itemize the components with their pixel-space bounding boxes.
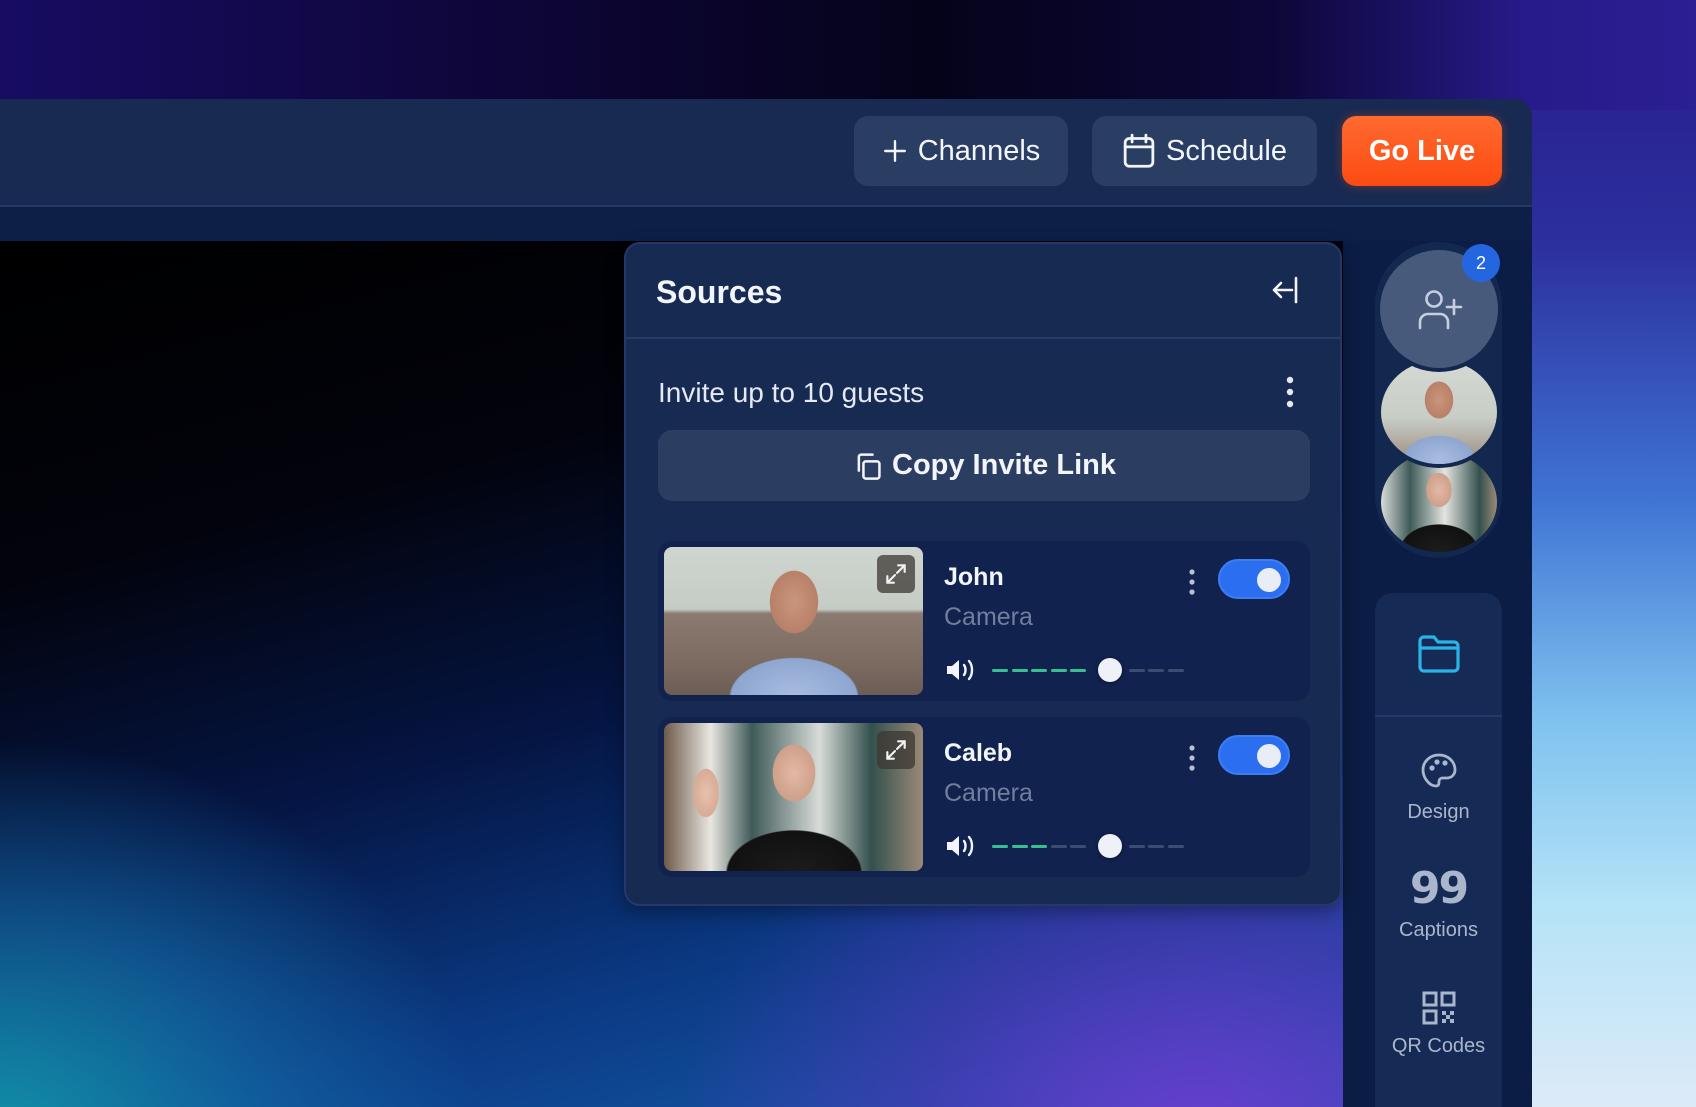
- quote-icon: 99: [1409, 863, 1469, 914]
- sources-panel: Sources Invite up to 10 guests Copy Invi…: [624, 242, 1342, 906]
- meter-segment: [1011, 845, 1028, 848]
- meter-segment: [1128, 669, 1145, 672]
- desktop-background: [0, 0, 1696, 110]
- meter-segment: [1148, 845, 1164, 848]
- source-card-john: John Camera: [658, 541, 1310, 701]
- tool-label: Design: [1407, 801, 1470, 823]
- guest-avatar-john[interactable]: [1381, 360, 1497, 464]
- palette-icon: [1421, 753, 1456, 788]
- volume-slider[interactable]: [992, 834, 1188, 858]
- toolbar-strip: [0, 209, 1532, 241]
- source-card-caleb: Caleb Camera: [658, 717, 1310, 877]
- tool-captions[interactable]: 99 Captions: [1375, 863, 1502, 942]
- tool-media[interactable]: [1375, 593, 1502, 717]
- meter-segment: [1128, 845, 1145, 848]
- camera-thumbnail: [664, 723, 923, 871]
- expand-icon: [886, 564, 906, 584]
- calendar-icon: [1123, 133, 1155, 168]
- volume-slider[interactable]: [992, 658, 1188, 682]
- tools-panel: Design 99 Captions QR Codes: [1375, 593, 1502, 1107]
- expand-icon: [886, 740, 906, 760]
- go-live-label: Go Live: [1368, 134, 1476, 167]
- collapse-panel-button[interactable]: [1266, 270, 1306, 310]
- source-name: Caleb: [944, 739, 1013, 767]
- meter-segment: [1031, 669, 1047, 672]
- expand-button[interactable]: [877, 555, 915, 593]
- volume-knob[interactable]: [1097, 658, 1122, 682]
- expand-button[interactable]: [877, 731, 915, 769]
- camera-thumbnail: [664, 547, 923, 695]
- schedule-button[interactable]: Schedule: [1092, 116, 1317, 186]
- channels-label: Channels: [917, 134, 1041, 167]
- meter-segment: [1070, 845, 1086, 848]
- qr-code-icon: [1422, 991, 1455, 1025]
- panel-title: Sources: [656, 274, 783, 310]
- meter-segment: [1031, 845, 1047, 848]
- tool-label: QR Codes: [1391, 1035, 1486, 1057]
- plus-icon: [883, 140, 906, 162]
- speaker-icon: [947, 835, 974, 857]
- source-more-button[interactable]: [1186, 743, 1198, 773]
- kebab-menu-icon: [1189, 569, 1195, 595]
- meter-segment: [1148, 669, 1164, 672]
- source-type: Camera: [944, 779, 1033, 807]
- copy-icon: [857, 452, 881, 480]
- source-more-button[interactable]: [1186, 567, 1198, 597]
- kebab-menu-icon: [1189, 745, 1195, 771]
- tool-design[interactable]: Design: [1375, 751, 1502, 824]
- source-visibility-toggle[interactable]: [1218, 735, 1290, 775]
- meter-segment: [1167, 669, 1184, 672]
- tool-qr-codes[interactable]: QR Codes: [1375, 991, 1502, 1058]
- meter-segment: [1011, 669, 1028, 672]
- top-bar: Channels Schedule Go Live: [0, 99, 1532, 207]
- kebab-menu-icon: [1286, 376, 1294, 408]
- speaker-icon: [947, 659, 974, 681]
- toggle-knob: [1257, 568, 1281, 592]
- meter-segment: [1050, 669, 1067, 672]
- meter-segment: [992, 845, 1008, 848]
- source-visibility-toggle[interactable]: [1218, 559, 1290, 599]
- meter-segment: [992, 669, 1008, 672]
- volume-knob[interactable]: [1097, 834, 1122, 858]
- invite-more-button[interactable]: [1282, 372, 1298, 412]
- guest-avatar-caleb[interactable]: [1381, 452, 1497, 552]
- source-type: Camera: [944, 603, 1033, 631]
- toggle-knob: [1257, 744, 1281, 768]
- tool-label: Captions: [1399, 919, 1478, 941]
- copy-invite-label: Copy Invite Link: [892, 449, 1116, 481]
- schedule-label: Schedule: [1166, 134, 1287, 167]
- meter-segment: [1070, 669, 1086, 672]
- user-plus-icon: [1418, 290, 1463, 330]
- add-channels-button[interactable]: Channels: [854, 116, 1068, 186]
- copy-invite-link-button[interactable]: Copy Invite Link: [658, 430, 1310, 501]
- meter-segment: [1050, 845, 1067, 848]
- guest-count-badge: 2: [1462, 244, 1500, 282]
- collapse-left-icon: [1272, 276, 1298, 304]
- meter-segment: [1167, 845, 1184, 848]
- sources-panel-header: Sources: [626, 244, 1340, 339]
- go-live-button[interactable]: Go Live: [1342, 116, 1502, 186]
- invite-guests-text: Invite up to 10 guests: [658, 377, 925, 408]
- folder-icon: [1417, 635, 1460, 673]
- source-name: John: [944, 563, 1004, 591]
